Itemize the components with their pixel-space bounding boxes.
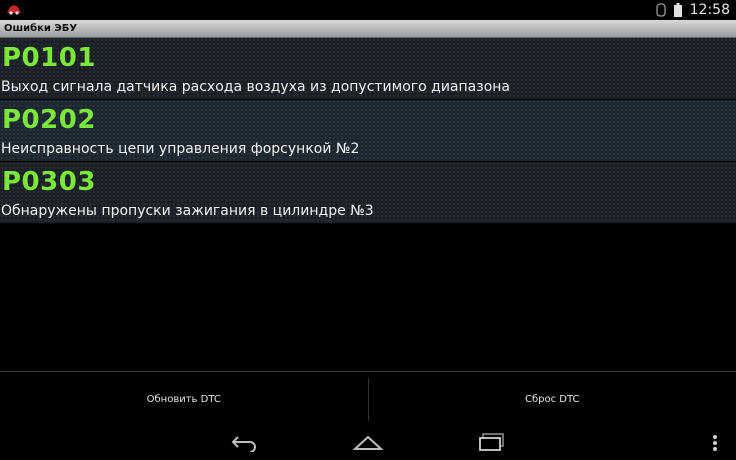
home-icon[interactable]	[353, 434, 383, 450]
dtc-description: Обнаружены пропуски зажигания в цилиндре…	[1, 203, 374, 219]
back-icon[interactable]	[228, 432, 258, 452]
dtc-list-item[interactable]: P0303 Обнаружены пропуски зажигания в ци…	[0, 162, 736, 223]
action-bar: Обновить DTC Сброс DTC	[0, 371, 736, 427]
dtc-code: P0101	[2, 43, 96, 73]
dtc-code: P0303	[2, 167, 96, 197]
recent-apps-icon[interactable]	[478, 433, 506, 451]
overflow-menu-icon[interactable]	[712, 434, 718, 452]
status-clock: 12:58	[689, 2, 730, 18]
dtc-list: P0101 Выход сигнала датчика расхода возд…	[0, 38, 736, 224]
dtc-list-item[interactable]: P0101 Выход сигнала датчика расхода возд…	[0, 38, 736, 99]
bluetooth-icon	[655, 3, 666, 17]
refresh-dtc-button[interactable]: Обновить DTC	[0, 372, 368, 427]
reset-dtc-button[interactable]: Сброс DTC	[369, 372, 736, 427]
page-title: Ошибки ЭБУ	[4, 23, 78, 34]
dtc-list-item[interactable]: P0202 Неисправность цепи управления форс…	[0, 100, 736, 161]
battery-icon	[673, 3, 682, 17]
navigation-bar	[0, 426, 736, 460]
app-screen: 12:58 Ошибки ЭБУ P0101 Выход сигнала дат…	[0, 0, 736, 460]
notification-app-icon	[7, 5, 21, 15]
title-bar: Ошибки ЭБУ	[0, 20, 736, 38]
status-icons: 12:58	[655, 0, 730, 20]
dtc-code: P0202	[2, 105, 96, 135]
dtc-description: Неисправность цепи управления форсункой …	[1, 141, 360, 157]
status-bar: 12:58	[0, 0, 736, 20]
dtc-description: Выход сигнала датчика расхода воздуха из…	[1, 79, 510, 95]
